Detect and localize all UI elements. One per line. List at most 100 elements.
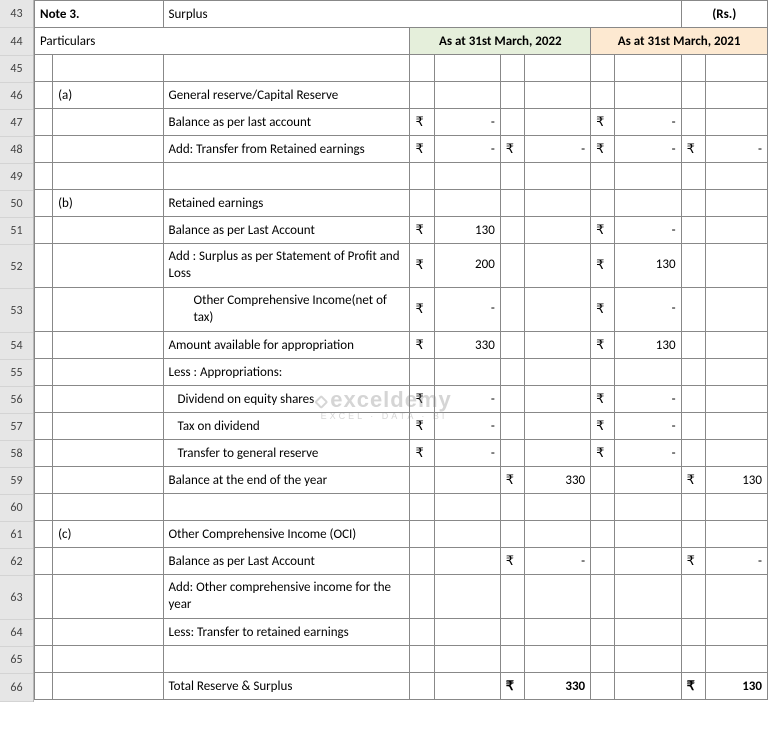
b-transfer-label: Transfer to general reserve <box>163 440 410 467</box>
note-label: Note 3. <box>35 1 164 28</box>
cell-value[interactable]: 130 <box>615 244 681 288</box>
section-b-tag: (b) <box>53 190 163 217</box>
cell-value[interactable]: 130 <box>705 467 767 494</box>
cell-value[interactable]: 200 <box>434 244 500 288</box>
b-available-label: Amount available for appropriation <box>163 332 410 359</box>
row-number[interactable]: 46 <box>0 83 33 110</box>
row-number[interactable]: 53 <box>0 289 33 333</box>
cell-value[interactable]: 330 <box>434 332 500 359</box>
rupee-icon: ₹ <box>410 217 434 244</box>
currency-label: (Rs.) <box>681 1 767 28</box>
cell-value[interactable]: - <box>434 288 500 332</box>
surplus-table[interactable]: Note 3. Surplus (Rs.) Particulars As at … <box>34 0 768 700</box>
rupee-icon: ₹ <box>681 548 705 575</box>
row-number[interactable]: 54 <box>0 333 33 360</box>
a-balance-label: Balance as per last account <box>163 109 410 136</box>
cell-value[interactable]: 130 <box>615 332 681 359</box>
b-balance-label: Balance as per Last Account <box>163 217 410 244</box>
rupee-icon: ₹ <box>681 673 705 700</box>
section-a-title: General reserve/Capital Reserve <box>163 82 410 109</box>
c-add-oci-label: Add: Other comprehensive income for the … <box>163 575 410 619</box>
cell-value[interactable]: - <box>705 136 767 163</box>
rupee-icon: ₹ <box>410 413 434 440</box>
row-number[interactable]: 61 <box>0 522 33 549</box>
cell-value[interactable]: - <box>615 440 681 467</box>
b-tax-label: Tax on dividend <box>163 413 410 440</box>
grid[interactable]: Note 3. Surplus (Rs.) Particulars As at … <box>34 0 768 702</box>
cell-value[interactable]: - <box>615 136 681 163</box>
row-number[interactable]: 50 <box>0 191 33 218</box>
b-less-label: Less : Appropriations: <box>163 359 410 386</box>
row-number[interactable]: 55 <box>0 360 33 387</box>
rupee-icon: ₹ <box>410 136 434 163</box>
row-number[interactable]: 64 <box>0 620 33 647</box>
rupee-icon: ₹ <box>591 386 615 413</box>
row-number[interactable]: 51 <box>0 218 33 245</box>
b-end-balance-label: Balance at the end of the year <box>163 467 410 494</box>
rupee-icon: ₹ <box>410 386 434 413</box>
section-a-tag: (a) <box>53 82 163 109</box>
total-2021[interactable]: 130 <box>705 673 767 700</box>
rupee-icon: ₹ <box>410 244 434 288</box>
row-number[interactable]: 57 <box>0 414 33 441</box>
a-add-transfer-label: Add: Transfer from Retained earnings <box>163 136 410 163</box>
c-balance-label: Balance as per Last Account <box>163 548 410 575</box>
row-number[interactable]: 62 <box>0 549 33 576</box>
rupee-icon: ₹ <box>591 217 615 244</box>
rupee-icon: ₹ <box>500 467 524 494</box>
rupee-icon: ₹ <box>681 467 705 494</box>
rupee-icon: ₹ <box>591 109 615 136</box>
row-number[interactable]: 63 <box>0 576 33 620</box>
cell-value[interactable]: - <box>615 217 681 244</box>
row-number[interactable]: 56 <box>0 387 33 414</box>
cell-value[interactable]: - <box>705 548 767 575</box>
row-number[interactable]: 58 <box>0 441 33 468</box>
rupee-icon: ₹ <box>410 440 434 467</box>
period-2022-header: As at 31st March, 2022 <box>410 28 591 55</box>
period-2021-header: As at 31st March, 2021 <box>591 28 768 55</box>
cell-value[interactable]: - <box>434 440 500 467</box>
cell-value[interactable]: - <box>524 548 590 575</box>
c-less-transfer-label: Less: Transfer to retained earnings <box>163 619 410 646</box>
rupee-icon: ₹ <box>410 332 434 359</box>
cell-value[interactable]: - <box>524 136 590 163</box>
particulars-header: Particulars <box>35 28 410 55</box>
rupee-icon: ₹ <box>681 136 705 163</box>
row-number[interactable]: 59 <box>0 468 33 495</box>
row-number[interactable]: 48 <box>0 137 33 164</box>
row-number[interactable]: 60 <box>0 495 33 522</box>
cell-value[interactable]: - <box>434 386 500 413</box>
total-2022[interactable]: 330 <box>524 673 590 700</box>
row-number[interactable]: 66 <box>0 674 33 702</box>
cell-value[interactable]: - <box>434 109 500 136</box>
cell-value[interactable]: 130 <box>434 217 500 244</box>
row-number[interactable]: 49 <box>0 164 33 191</box>
rupee-icon: ₹ <box>591 440 615 467</box>
rupee-icon: ₹ <box>500 136 524 163</box>
section-c-title: Other Comprehensive Income (OCI) <box>163 521 410 548</box>
row-number[interactable]: 43 <box>0 0 33 28</box>
cell-value[interactable]: - <box>615 288 681 332</box>
row-number-gutter: 4344454647484950515253545556575859606162… <box>0 0 34 702</box>
cell-value[interactable]: - <box>434 136 500 163</box>
note-title: Surplus <box>163 1 681 28</box>
rupee-icon: ₹ <box>500 673 524 700</box>
row-number[interactable]: 65 <box>0 647 33 674</box>
rupee-icon: ₹ <box>500 548 524 575</box>
row-number[interactable]: 47 <box>0 110 33 137</box>
rupee-icon: ₹ <box>591 288 615 332</box>
cell-value[interactable]: - <box>615 109 681 136</box>
cell-value[interactable]: - <box>434 413 500 440</box>
cell-value[interactable]: - <box>615 413 681 440</box>
total-label: Total Reserve & Surplus <box>163 673 410 700</box>
rupee-icon: ₹ <box>591 244 615 288</box>
section-c-tag: (c) <box>53 521 163 548</box>
row-number[interactable]: 52 <box>0 245 33 289</box>
spreadsheet: 4344454647484950515253545556575859606162… <box>0 0 768 702</box>
rupee-icon: ₹ <box>591 413 615 440</box>
row-number[interactable]: 44 <box>0 28 33 56</box>
cell-value[interactable]: 330 <box>524 467 590 494</box>
b-dividend-label: Dividend on equity shares <box>163 386 410 413</box>
cell-value[interactable]: - <box>615 386 681 413</box>
row-number[interactable]: 45 <box>0 56 33 83</box>
